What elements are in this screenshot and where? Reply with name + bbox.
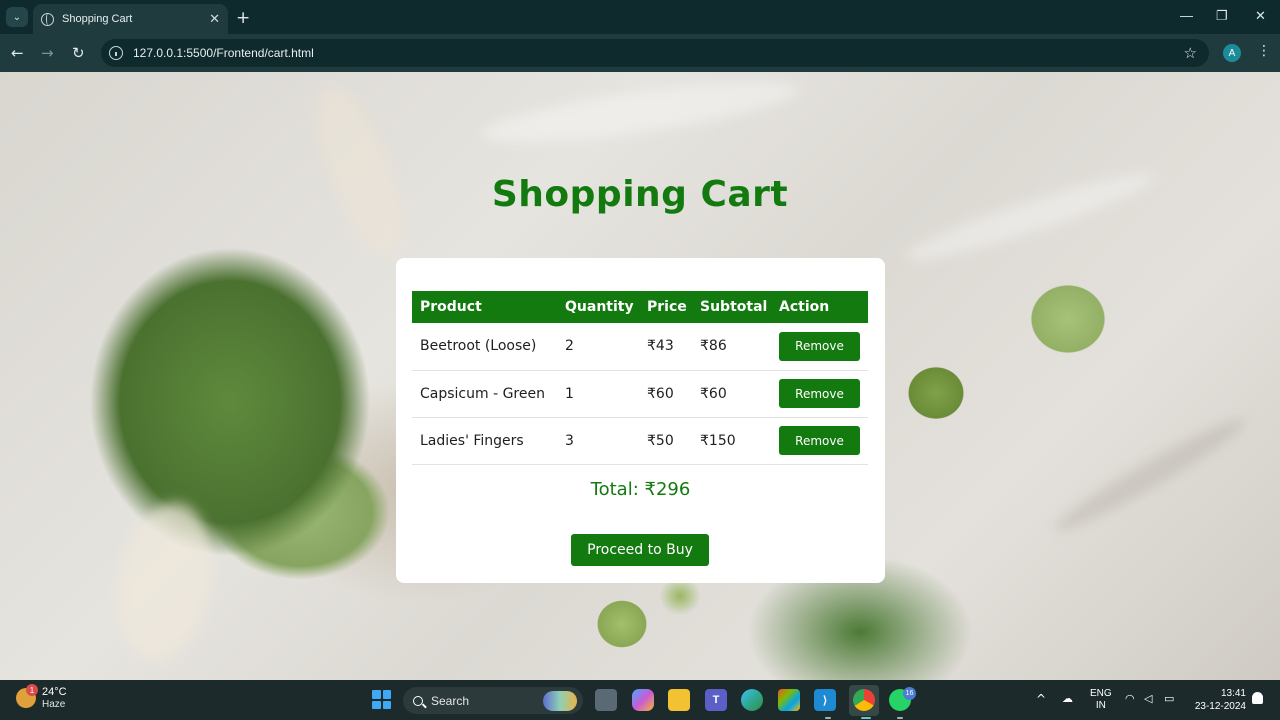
- new-tab-button[interactable]: +: [236, 8, 250, 28]
- remove-button[interactable]: Remove: [779, 379, 860, 408]
- product-subtotal: ₹150: [692, 417, 771, 465]
- column-header-quantity: Quantity: [557, 291, 639, 323]
- language-line-2: IN: [1095, 700, 1106, 711]
- maximize-button[interactable]: ❐: [1216, 8, 1228, 24]
- weather-condition: Haze: [42, 699, 66, 710]
- chevron-up-icon[interactable]: ^: [1036, 692, 1046, 706]
- product-name: Ladies' Fingers: [412, 417, 557, 465]
- cart-table: Product Quantity Price Subtotal Action B…: [412, 291, 868, 465]
- browser-tab-strip: ⌄ Shopping Cart ✕ + — ❐ ✕: [0, 0, 1280, 34]
- product-name: Capsicum - Green: [412, 370, 557, 418]
- running-indicator: [861, 717, 871, 719]
- cart-total: Total: ₹296: [590, 479, 691, 500]
- forward-arrow-icon[interactable]: →: [41, 44, 54, 62]
- clock-date: 23-12-2024: [1194, 701, 1246, 712]
- product-price: ₹43: [639, 323, 692, 371]
- back-arrow-icon[interactable]: ←: [11, 44, 24, 62]
- wifi-icon[interactable]: ◠: [1125, 692, 1135, 705]
- weather-widget[interactable]: 1 24°C Haze: [16, 684, 67, 710]
- column-header-action: Action: [771, 291, 868, 323]
- minimize-button[interactable]: —: [1180, 8, 1193, 23]
- globe-icon: [41, 12, 54, 26]
- product-quantity: 3: [557, 417, 639, 465]
- table-row: Ladies' Fingers 3 ₹50 ₹150 Remove: [412, 417, 868, 465]
- page-title: Shopping Cart: [491, 174, 789, 215]
- tote-bag-handle: [106, 495, 224, 669]
- onedrive-icon[interactable]: ☁: [1062, 692, 1073, 705]
- volume-icon[interactable]: ◁: [1144, 692, 1152, 705]
- clock-time: 13:41: [1220, 688, 1246, 699]
- background-fold: [478, 72, 802, 155]
- product-price: ₹60: [639, 370, 692, 418]
- address-bar[interactable]: 127.0.0.1:5500/Frontend/cart.html ☆: [101, 39, 1209, 67]
- weather-badge: 1: [26, 684, 38, 696]
- product-quantity: 1: [557, 370, 639, 418]
- battery-icon[interactable]: ▭: [1164, 692, 1174, 705]
- page-viewport: Shopping Cart Product Quantity Price Sub…: [0, 72, 1280, 680]
- product-name: Beetroot (Loose): [412, 323, 557, 371]
- system-clock[interactable]: 13:41 23-12-2024: [1190, 687, 1246, 713]
- table-row: Capsicum - Green 1 ₹60 ₹60 Remove: [412, 370, 868, 418]
- table-row: Beetroot (Loose) 2 ₹43 ₹86 Remove: [412, 323, 868, 371]
- search-placeholder: Search: [431, 693, 470, 708]
- weather-temperature: 24°C: [42, 686, 67, 698]
- search-highlight-icon: [543, 691, 577, 711]
- cart-card: Product Quantity Price Subtotal Action B…: [396, 258, 885, 583]
- reload-icon[interactable]: ↻: [72, 44, 85, 62]
- product-subtotal: ₹86: [692, 323, 771, 371]
- browser-tab[interactable]: Shopping Cart ✕: [33, 4, 228, 34]
- language-indicator[interactable]: ENG IN: [1090, 688, 1112, 712]
- tote-bag-handle: [301, 77, 419, 267]
- column-header-subtotal: Subtotal: [692, 291, 771, 323]
- tab-title: Shopping Cart: [62, 13, 133, 25]
- store-icon[interactable]: [778, 689, 800, 711]
- url-text: 127.0.0.1:5500/Frontend/cart.html: [133, 46, 314, 60]
- running-indicator: [825, 717, 831, 719]
- taskbar-search-box[interactable]: Search: [403, 687, 583, 714]
- action-cell: Remove: [771, 323, 868, 371]
- weather-icon: 1: [16, 684, 38, 708]
- browser-menu-icon[interactable]: ⋮: [1257, 43, 1271, 59]
- chrome-icon[interactable]: [853, 689, 875, 711]
- bookmark-star-icon[interactable]: ☆: [1184, 44, 1197, 62]
- table-header-row: Product Quantity Price Subtotal Action: [412, 291, 868, 323]
- copilot-icon[interactable]: [632, 689, 654, 711]
- notification-bell-icon[interactable]: [1252, 692, 1263, 704]
- task-view-icon[interactable]: [595, 689, 617, 711]
- action-cell: Remove: [771, 370, 868, 418]
- windows-taskbar: 1 24°C Haze Search T ⟩ 16 ^ ☁ ENG IN ◠ ◁…: [0, 680, 1280, 720]
- edge-icon[interactable]: [741, 689, 763, 711]
- product-quantity: 2: [557, 323, 639, 371]
- vscode-icon[interactable]: ⟩: [814, 689, 836, 711]
- close-window-button[interactable]: ✕: [1255, 8, 1266, 24]
- file-explorer-icon[interactable]: [668, 689, 690, 711]
- profile-avatar[interactable]: A: [1223, 44, 1241, 62]
- remove-button[interactable]: Remove: [779, 331, 860, 361]
- product-subtotal: ₹60: [692, 370, 771, 418]
- column-header-product: Product: [412, 291, 557, 323]
- tab-close-icon[interactable]: ✕: [209, 12, 220, 27]
- product-price: ₹50: [639, 417, 692, 465]
- column-header-price: Price: [639, 291, 692, 323]
- language-line-1: ENG: [1090, 688, 1112, 699]
- windows-start-icon[interactable]: [372, 690, 391, 709]
- running-indicator: [897, 717, 903, 719]
- tab-search-button[interactable]: ⌄: [6, 7, 28, 27]
- action-cell: Remove: [771, 417, 868, 465]
- search-icon: [413, 695, 423, 706]
- site-info-icon[interactable]: [109, 46, 123, 60]
- background-fold: [1048, 408, 1252, 542]
- teams-icon[interactable]: T: [705, 689, 727, 711]
- remove-button[interactable]: Remove: [779, 426, 860, 455]
- browser-toolbar: ← → ↻ 127.0.0.1:5500/Frontend/cart.html …: [0, 34, 1280, 72]
- proceed-to-buy-button[interactable]: Proceed to Buy: [571, 534, 709, 566]
- whatsapp-badge: 16: [903, 687, 916, 700]
